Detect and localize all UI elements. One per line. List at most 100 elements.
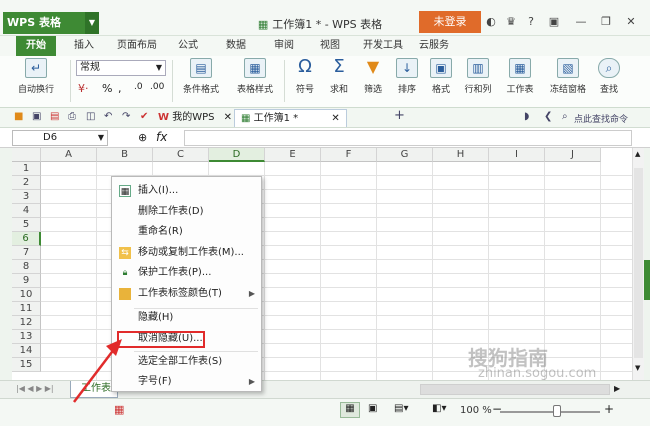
tab-data[interactable]: 数据 [218,36,254,56]
menu-item-tab-color[interactable]: 工作表标签颜色(T) ▶ [112,284,261,304]
number-format-select[interactable]: 常规 ▼ [76,60,166,76]
symbol-button[interactable]: Ω 符号 [290,58,320,96]
undo-icon[interactable]: ↶ [104,111,112,122]
find-button[interactable]: ⌕ 查找 [592,58,626,95]
formula-input[interactable] [184,130,632,146]
scroll-down-icon[interactable]: ▼ [635,364,640,372]
pdf-icon[interactable]: ▤ [50,111,59,122]
vertical-scrollbar[interactable]: ▲ ▼ [632,148,644,380]
column-header-i[interactable]: I [489,148,545,162]
menu-item-protect[interactable]: 🔒︎ 保护工作表(P)... [112,263,261,283]
command-search-input[interactable]: 点此查找命令 [574,112,628,125]
close-icon[interactable]: ✕ [622,13,640,31]
table-style-button[interactable]: ▦ 表格样式 [230,58,280,95]
tab-workbook1[interactable]: ▦ 工作簿1 * ✕ [234,109,347,127]
menu-item-select-all-sheets[interactable]: 选定全部工作表(S) [112,352,261,372]
column-header-e[interactable]: E [265,148,321,162]
close-icon[interactable]: ✕ [331,113,339,124]
select-all-corner[interactable] [12,148,41,162]
column-header-f[interactable]: F [321,148,377,162]
format-painter-icon[interactable]: ✔ [140,111,148,122]
menu-item-insert[interactable]: ▦ 插入(I)... [112,181,261,201]
zoom-level[interactable]: 100 % [460,405,492,416]
row-header-1[interactable]: 1 [12,162,41,176]
scroll-up-icon[interactable]: ▲ [635,150,640,158]
zoom-in-icon[interactable]: + [604,402,614,416]
conditional-format-button[interactable]: ▤ 条件格式 [176,58,226,95]
page-break-view-icon[interactable]: ▤▾ [394,403,408,414]
filter-button[interactable]: ▼ 筛选 [358,58,388,96]
row-col-button[interactable]: ▥ 行和列 [460,58,496,95]
tab-developer[interactable]: 开发工具 [358,36,408,56]
increase-decimal-icon[interactable]: .0 [134,82,143,92]
tab-review[interactable]: 审阅 [266,36,302,56]
row-header-11[interactable]: 11 [12,302,41,316]
row-header-3[interactable]: 3 [12,190,41,204]
menu-item-delete-sheet[interactable]: 删除工作表(D) [112,202,261,222]
zoom-formula-icon[interactable]: ⊕ [138,131,147,144]
zoom-slider[interactable] [500,411,600,413]
thousands-icon[interactable]: , [118,82,122,95]
column-header-d[interactable]: D [209,148,265,162]
app-menu-button[interactable]: WPS 表格 ▼ [3,12,99,34]
row-header-8[interactable]: 8 [12,260,41,274]
menu-item-move-copy[interactable]: ⇆ 移动或复制工作表(M)... [112,243,261,263]
zoom-out-icon[interactable]: − [492,402,502,416]
close-icon[interactable]: ✕ [224,112,232,123]
tab-home[interactable]: 开始 [16,36,56,56]
column-header-b[interactable]: B [97,148,153,162]
percent-button[interactable]: % [102,82,112,95]
column-header-h[interactable]: H [433,148,489,162]
row-header-6[interactable]: 6 [12,232,41,246]
name-box[interactable]: D6 ▼ [12,130,108,146]
horizontal-scrollbar[interactable] [420,384,610,395]
row-header-4[interactable]: 4 [12,204,41,218]
tab-cloud[interactable]: 云服务 [414,36,454,56]
tab-my-wps[interactable]: W 我的WPS ✕ [152,109,238,127]
tab-view[interactable]: 视图 [312,36,348,56]
preview-icon[interactable]: ◫ [86,111,95,122]
column-header-a[interactable]: A [41,148,97,162]
normal-view-button[interactable]: ▦ [340,402,360,418]
menu-item-font-size[interactable]: 字号(F) ▶ [112,372,261,392]
row-header-5[interactable]: 5 [12,218,41,232]
open-folder-icon[interactable]: ■ [14,111,23,122]
format-button[interactable]: ▣ 格式 [426,58,456,95]
freeze-panes-button[interactable]: ▧ 冻结窗格 [546,58,590,95]
column-header-j[interactable]: J [545,148,601,162]
restore-icon[interactable]: ❐ [597,13,615,31]
currency-icon[interactable]: ¥· [78,82,89,95]
scroll-thumb[interactable] [634,168,643,358]
row-header-9[interactable]: 9 [12,274,41,288]
reading-mode-icon[interactable]: ◧▾ [432,403,446,414]
minimize-ribbon-icon[interactable]: ▣ [545,13,563,31]
new-tab-button[interactable]: + [394,108,405,123]
row-header-15[interactable]: 15 [12,358,41,372]
sync-icon[interactable]: ◗ [524,111,529,122]
tab-page-layout[interactable]: 页面布局 [112,36,162,56]
decrease-decimal-icon[interactable]: .00 [150,82,164,92]
login-button[interactable]: 未登录 [419,11,481,33]
save-icon[interactable]: ▣ [32,111,41,122]
zoom-slider-knob[interactable] [553,405,561,417]
sort-button[interactable]: ↓ 排序 [392,58,422,95]
skin-icon[interactable]: ◐ [484,13,498,31]
tab-insert[interactable]: 插入 [66,36,102,56]
row-header-12[interactable]: 12 [12,316,41,330]
redo-icon[interactable]: ↷ [122,111,130,122]
fx-button[interactable]: fx [156,130,167,144]
row-header-14[interactable]: 14 [12,344,41,358]
column-header-c[interactable]: C [153,148,209,162]
row-header-10[interactable]: 10 [12,288,41,302]
menu-item-rename[interactable]: 重命名(R) [112,222,261,242]
sheet-nav-first-icon[interactable]: |◀ ◀ ▶ ▶| [16,384,54,393]
row-header-13[interactable]: 13 [12,330,41,344]
scroll-right-icon[interactable]: ▶ [614,384,620,393]
sidebar-toggle-icon[interactable]: ❮ [544,111,552,122]
row-header-7[interactable]: 7 [12,246,41,260]
print-icon[interactable]: ⎙ [68,111,76,122]
menu-item-hide[interactable]: 隐藏(H) [112,308,261,328]
worksheet-button[interactable]: ▦ 工作表 [502,58,538,95]
page-layout-view-icon[interactable]: ▣ [368,403,377,414]
tab-formula[interactable]: 公式 [170,36,206,56]
